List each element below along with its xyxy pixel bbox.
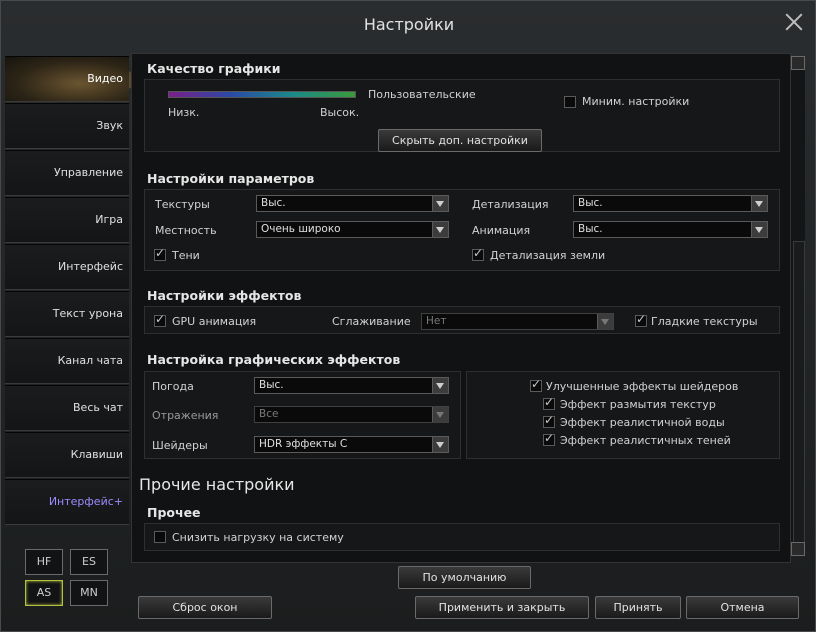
antialiasing-label: Сглаживание [332,315,411,328]
apply-close-button[interactable]: Применить и закрыть [415,596,589,619]
improved-shaders-checkbox[interactable] [530,377,542,392]
default-button[interactable]: По умолчанию [398,566,531,589]
smooth-textures-checkbox[interactable] [635,312,647,327]
real-shadows-label: Эффект реалистичных теней [560,434,731,447]
real-shadows-checkbox[interactable] [543,431,555,446]
mode-mn-button[interactable]: MN [70,580,108,606]
close-icon[interactable] [783,11,805,33]
sidebar-item-interface-plus[interactable]: Интерфейс+ [5,479,129,525]
detail-select[interactable]: Выс. [573,195,768,212]
reflections-label: Отражения [152,409,219,422]
textures-select[interactable]: Выс. [256,195,449,212]
params-title: Настройки параметров [147,171,315,186]
mode-es-button[interactable]: ES [70,549,108,575]
shadows-label: Тени [172,249,200,262]
water-label: Эффект реалистичной воды [560,416,725,429]
smooth-textures-label: Гладкие текстуры [651,315,758,328]
weather-select[interactable]: Выс. [254,377,449,394]
gpu-animation-checkbox[interactable] [154,312,166,327]
terrain-select[interactable]: Очень широко [256,221,449,238]
gfx-title: Настройка графических эффектов [147,352,401,367]
other-heading: Прочие настройки [139,475,295,494]
scroll-thumb[interactable] [793,241,805,543]
sidebar: Видео Звук Управление Игра Интерфейс Тек… [5,56,139,526]
antialiasing-select[interactable]: Нет [421,313,614,330]
settings-panel: Качество графики Пользовательские Низк. … [131,53,791,563]
sidebar-item-video[interactable]: Видео [5,56,139,102]
chevron-down-icon [432,407,448,422]
sidebar-item-controls[interactable]: Управление [5,150,129,196]
other-title: Прочее [147,505,201,520]
quality-low-label: Низк. [168,106,200,119]
quality-high-label: Высок. [320,106,360,119]
detail-label: Детализация [472,198,549,211]
effects-title: Настройки эффектов [147,288,302,303]
chevron-down-icon [597,314,613,329]
accept-button[interactable]: Принять [595,596,681,619]
gpu-animation-label: GPU анимация [172,315,257,328]
sidebar-item-keys[interactable]: Клавиши [5,432,129,478]
reflections-select[interactable]: Все [254,406,449,423]
animation-select[interactable]: Выс. [573,221,768,238]
min-settings-checkbox[interactable] [564,96,576,108]
shaders-label: Шейдеры [152,439,208,452]
chevron-down-icon [432,222,448,237]
shadows-checkbox[interactable] [154,246,166,261]
reduce-load-label: Снизить нагрузку на систему [172,531,344,544]
weather-label: Погода [152,380,194,393]
terrain-label: Местность [155,224,217,237]
chevron-down-icon [751,196,767,211]
min-settings-label: Миним. настройки [582,95,690,108]
settings-window: Настройки Видео Звук Управление Игра Инт… [0,0,816,632]
mode-as-button[interactable]: AS [25,580,63,606]
sidebar-item-game[interactable]: Игра [5,197,129,243]
quality-preset: Пользовательские [368,88,476,101]
ground-detail-checkbox[interactable] [472,246,484,261]
hide-advanced-button[interactable]: Скрыть доп. настройки [378,129,542,152]
water-checkbox[interactable] [543,413,555,428]
sidebar-item-all-chat[interactable]: Весь чат [5,385,129,431]
textures-label: Текстуры [155,198,210,211]
reset-windows-button[interactable]: Сброс окон [138,596,272,619]
window-title: Настройки [363,15,455,34]
reduce-load-checkbox[interactable] [154,531,166,543]
ground-detail-label: Детализация земли [490,249,606,262]
chevron-down-icon [432,196,448,211]
sidebar-item-interface[interactable]: Интерфейс [5,244,129,290]
quality-slider[interactable] [168,91,356,98]
mode-hf-button[interactable]: HF [25,549,63,575]
sidebar-item-sound[interactable]: Звук [5,103,129,149]
scroll-down-icon[interactable] [791,542,805,556]
cancel-button[interactable]: Отмена [686,596,799,619]
animation-label: Анимация [472,224,531,237]
scroll-up-icon[interactable] [791,56,805,70]
quality-title: Качество графики [147,61,281,76]
blur-label: Эффект размытия текстур [560,398,716,411]
chevron-down-icon [751,222,767,237]
chevron-down-icon [432,437,448,452]
blur-checkbox[interactable] [543,395,555,410]
sidebar-item-chat-channel[interactable]: Канал чата [5,338,129,384]
shaders-select[interactable]: HDR эффекты С [254,436,449,453]
improved-shaders-label: Улучшенные эффекты шейдеров [546,380,739,393]
chevron-down-icon [432,378,448,393]
sidebar-item-damage-text[interactable]: Текст урона [5,291,129,337]
